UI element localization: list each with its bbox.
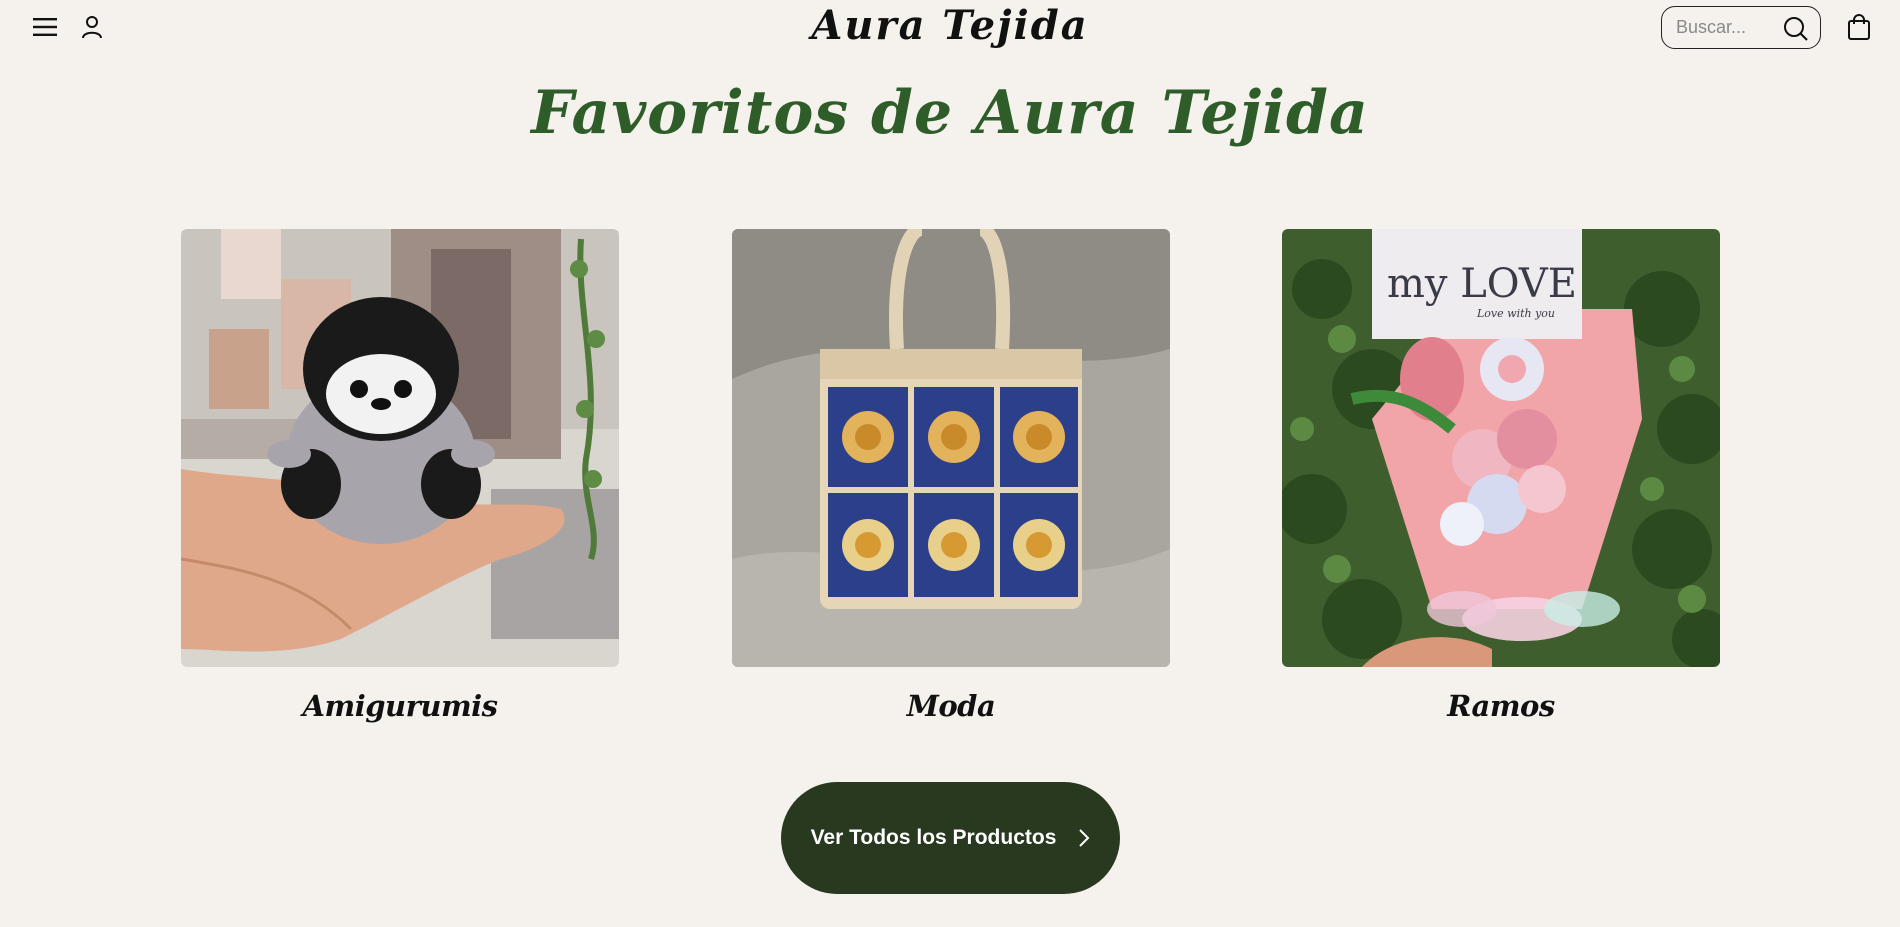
view-all-products-button[interactable]: Ver Todos los Productos [781, 782, 1120, 894]
search-icon [1784, 17, 1808, 41]
search-button[interactable] [1782, 15, 1810, 43]
category-card-ramos[interactable]: my LOVE Love with you Ramos [1282, 229, 1720, 723]
svg-text:Love with you: Love with you [1476, 307, 1555, 320]
category-card-moda[interactable]: Moda [732, 229, 1170, 723]
category-label[interactable]: Amigurumis [181, 689, 619, 723]
cart-button[interactable] [1843, 11, 1875, 43]
category-label[interactable]: Moda [732, 689, 1170, 723]
shopping-bag-icon [1848, 14, 1870, 40]
category-image-moda[interactable] [732, 229, 1170, 667]
chevron-right-icon [1079, 829, 1090, 847]
category-label[interactable]: Ramos [1282, 689, 1720, 723]
view-all-products-label: Ver Todos los Productos [810, 826, 1057, 849]
category-image-amigurumis[interactable] [181, 229, 619, 667]
search-input[interactable] [1676, 17, 1776, 38]
section-title: Favoritos de Aura Tejida [531, 78, 1369, 148]
category-image-ramos[interactable]: my LOVE Love with you [1282, 229, 1720, 667]
category-card-amigurumis[interactable]: Amigurumis [181, 229, 619, 723]
search-box[interactable] [1661, 6, 1821, 49]
svg-text:my LOVE: my LOVE [1387, 261, 1577, 307]
site-header: Aura Tejida [0, 0, 1900, 56]
brand-logo[interactable]: Aura Tejida [0, 2, 1900, 49]
